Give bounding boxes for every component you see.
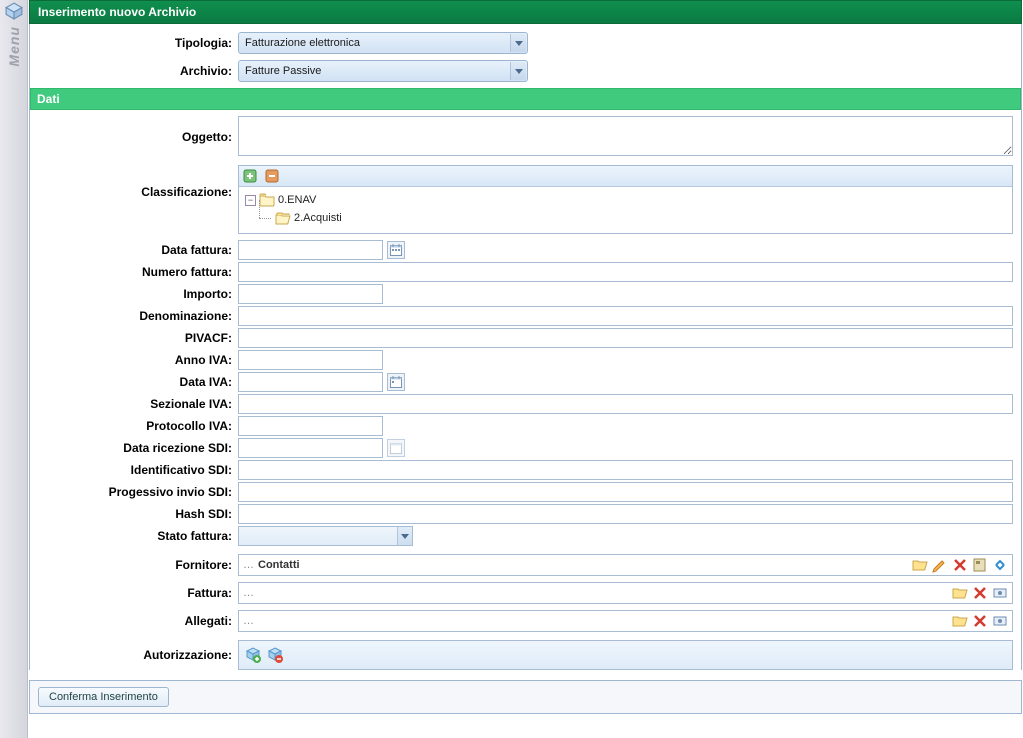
edit-pencil-icon[interactable] [932,557,948,573]
dots-icon: … [243,587,254,599]
identificativo-sdi-input[interactable] [238,460,1013,480]
delete-x-icon[interactable] [952,557,968,573]
dots-icon: … [243,559,254,571]
label-allegati: Allegati: [38,614,238,628]
conferma-inserimento-button[interactable]: Conferma Inserimento [38,687,169,707]
sezionale-iva-input[interactable] [238,394,1013,414]
label-data-fattura: Data fattura: [38,243,238,257]
oggetto-input[interactable] [238,116,1013,156]
importo-input[interactable] [238,284,383,304]
hash-sdi-input[interactable] [238,504,1013,524]
menu-cube-icon [5,2,23,20]
data-iva-input[interactable] [238,372,383,392]
dots-icon: … [243,615,254,627]
label-classificazione: Classificazione: [38,165,238,199]
calendar-icon[interactable] [387,241,405,259]
label-archivio: Archivio: [38,64,238,78]
allegati-lookup[interactable]: … [238,610,1013,632]
data-fattura-input[interactable] [238,240,383,260]
expand-icon[interactable] [992,557,1008,573]
scan-icon[interactable] [992,613,1008,629]
label-hash-sdi: Hash SDI: [38,507,238,521]
chevron-down-icon [510,34,526,52]
conferma-label: Conferma Inserimento [49,691,158,703]
folder-open-icon [275,211,291,225]
cube-remove-icon[interactable] [267,647,283,663]
archivio-value: Fatture Passive [245,65,321,77]
classification-tree[interactable]: − 0.ENAV 2.Acquisti [239,187,1012,233]
protocollo-iva-input[interactable] [238,416,383,436]
anno-iva-input[interactable] [238,350,383,370]
cube-add-icon[interactable] [245,647,261,663]
chevron-down-icon [397,527,412,545]
tipologia-value: Fatturazione elettronica [245,37,360,49]
label-data-ricezione-sdi: Data ricezione SDI: [38,441,238,455]
tipologia-combo[interactable]: Fatturazione elettronica [238,32,528,54]
label-oggetto: Oggetto: [38,116,238,144]
label-sezionale-iva: Sezionale IVA: [38,397,238,411]
pivacf-input[interactable] [238,328,1013,348]
tree-node-root[interactable]: 0.ENAV [278,191,316,209]
fornitore-value: Contatti [258,559,908,571]
folder-icon [259,193,275,207]
progessivo-invio-sdi-input[interactable] [238,482,1013,502]
chevron-down-icon [510,62,526,80]
label-fattura: Fattura: [38,586,238,600]
stato-fattura-combo[interactable] [238,526,413,546]
calendar-icon[interactable] [387,439,405,457]
label-denominazione: Denominazione: [38,309,238,323]
label-autorizzazione: Autorizzazione: [38,648,238,662]
label-stato-fattura: Stato fattura: [38,529,238,543]
section-header-dati: Dati [30,88,1021,110]
menu-rail[interactable]: Menu [0,0,28,738]
menu-rail-label: Menu [6,26,22,67]
window-title: Inserimento nuovo Archivio [29,0,1022,24]
label-identificativo-sdi: Identificativo SDI: [38,463,238,477]
scan-icon[interactable] [992,585,1008,601]
delete-x-icon[interactable] [972,613,988,629]
fattura-lookup[interactable]: … [238,582,1013,604]
label-protocollo-iva: Protocollo IVA: [38,419,238,433]
label-anno-iva: Anno IVA: [38,353,238,367]
label-importo: Importo: [38,287,238,301]
label-progessivo-invio-sdi: Progessivo invio SDI: [38,485,238,499]
label-numero-fattura: Numero fattura: [38,265,238,279]
data-ricezione-sdi-input[interactable] [238,438,383,458]
folder-open-icon[interactable] [912,557,928,573]
classificazione-panel: − 0.ENAV 2.Acquisti [238,165,1013,234]
numero-fattura-input[interactable] [238,262,1013,282]
delete-node-icon[interactable] [265,168,281,184]
tree-node-child[interactable]: 2.Acquisti [294,209,342,227]
archivio-combo[interactable]: Fatture Passive [238,60,528,82]
delete-x-icon[interactable] [972,585,988,601]
denominazione-input[interactable] [238,306,1013,326]
tree-collapse-icon[interactable]: − [245,195,256,206]
fornitore-lookup[interactable]: … Contatti [238,554,1013,576]
label-data-iva: Data IVA: [38,375,238,389]
add-node-icon[interactable] [243,168,259,184]
label-fornitore: Fornitore: [38,558,238,572]
label-pivacf: PIVACF: [38,331,238,345]
calendar-icon[interactable] [387,373,405,391]
folder-open-icon[interactable] [952,585,968,601]
folder-open-icon[interactable] [952,613,968,629]
addressbook-icon[interactable] [972,557,988,573]
autorizzazione-panel [238,640,1013,670]
label-tipologia: Tipologia: [38,36,238,50]
